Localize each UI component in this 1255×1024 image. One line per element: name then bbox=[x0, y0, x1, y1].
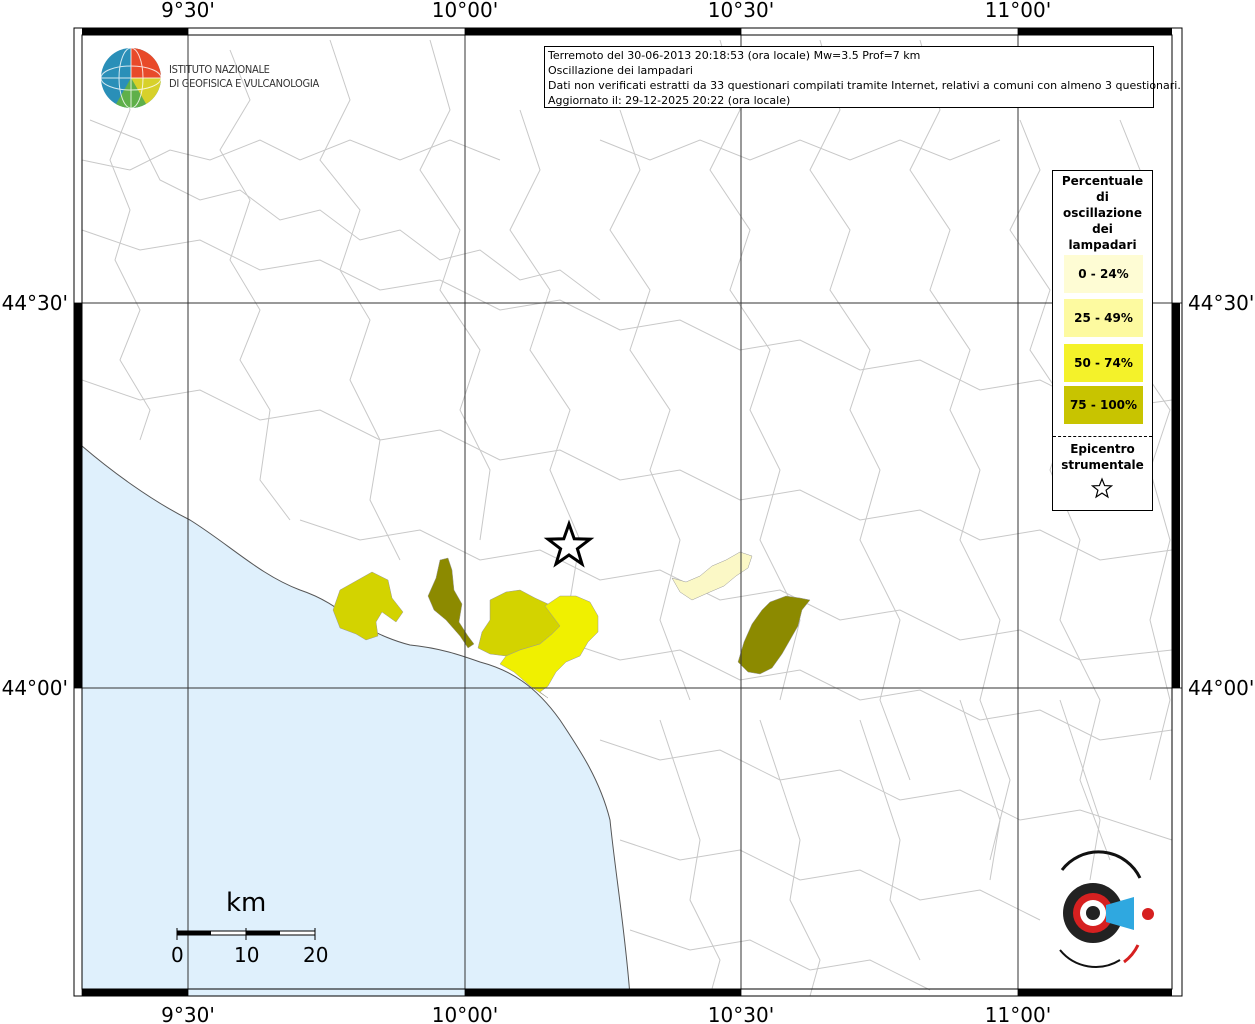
lat-label-left-2: 44°00' bbox=[2, 676, 68, 700]
legend-epicenter-line1: Epicentro bbox=[1070, 442, 1135, 456]
scale-label-10: 10 bbox=[234, 943, 260, 967]
event-info-line2: Oscillazione dei lampadari bbox=[548, 64, 693, 77]
legend-star-icon bbox=[1091, 477, 1113, 499]
haisentito-logo-icon bbox=[1059, 850, 1154, 968]
lat-label-right-1: 44°30' bbox=[1188, 291, 1254, 315]
legend-title: Percentuale di oscillazione dei lampadar… bbox=[1053, 173, 1152, 253]
legend-swatch-75-100: 75 - 100% bbox=[1064, 386, 1143, 424]
lon-label-top-2: 10°00' bbox=[432, 0, 498, 22]
legend-title-line3: oscillazione bbox=[1063, 206, 1142, 220]
epicenter-star-icon bbox=[543, 519, 595, 568]
area-75-100-east bbox=[737, 595, 811, 675]
ingv-logo-line2: DI GEOFISICA E VULCANOLOGIA bbox=[169, 77, 319, 90]
lon-label-top-3: 10°30' bbox=[708, 0, 774, 22]
legend-swatch-0-24: 0 - 24% bbox=[1064, 255, 1143, 293]
legend-divider bbox=[1053, 436, 1152, 437]
lon-label-bottom-2: 10°00' bbox=[432, 1003, 498, 1024]
lon-label-bottom-1: 9°30' bbox=[161, 1003, 215, 1024]
ingv-logo-line1: ISTITUTO NAZIONALE bbox=[169, 63, 270, 76]
legend-epicenter-line2: strumentale bbox=[1061, 458, 1144, 472]
event-info-line4: Aggiornato il: 29-12-2025 20:22 (ora loc… bbox=[548, 94, 791, 107]
event-info-line3: Dati non verificati estratti da 33 quest… bbox=[548, 79, 1181, 92]
ingv-logo-text: ISTITUTO NAZIONALE DI GEOFISICA E VULCAN… bbox=[169, 63, 319, 91]
intensity-map: 9°30' 10°00' 10°30' 11°00' 9°30' 10°00' … bbox=[2, 0, 1255, 1024]
legend-title-line2: di bbox=[1096, 190, 1109, 204]
ingv-logo-icon bbox=[100, 47, 162, 109]
legend-title-line5: lampadari bbox=[1068, 238, 1137, 252]
scale-label-0: 0 bbox=[171, 943, 184, 967]
lat-label-left-1: 44°30' bbox=[2, 291, 68, 315]
lon-label-top-1: 9°30' bbox=[161, 0, 215, 22]
legend-title-line4: dei bbox=[1092, 222, 1113, 236]
lon-label-top-4: 11°00' bbox=[985, 0, 1051, 22]
legend-swatch-25-49: 25 - 49% bbox=[1064, 299, 1143, 337]
scale-label-20: 20 bbox=[303, 943, 329, 967]
event-info-line1: Terremoto del 30-06-2013 20:18:53 (ora l… bbox=[548, 49, 921, 62]
lon-label-bottom-4: 11°00' bbox=[985, 1003, 1051, 1024]
event-info-box: Terremoto del 30-06-2013 20:18:53 (ora l… bbox=[544, 46, 1181, 108]
legend: Percentuale di oscillazione dei lampadar… bbox=[1052, 170, 1153, 511]
legend-epicenter-label: Epicentro strumentale bbox=[1053, 441, 1152, 473]
area-0-24-east bbox=[671, 551, 753, 601]
legend-title-line1: Percentuale bbox=[1061, 174, 1144, 188]
lat-label-right-2: 44°00' bbox=[1188, 676, 1254, 700]
scale-title: km bbox=[226, 888, 267, 918]
legend-swatch-50-74: 50 - 74% bbox=[1064, 344, 1143, 382]
area-75-100-west bbox=[427, 557, 475, 649]
lon-label-bottom-3: 10°30' bbox=[708, 1003, 774, 1024]
sea-area bbox=[81, 444, 631, 997]
